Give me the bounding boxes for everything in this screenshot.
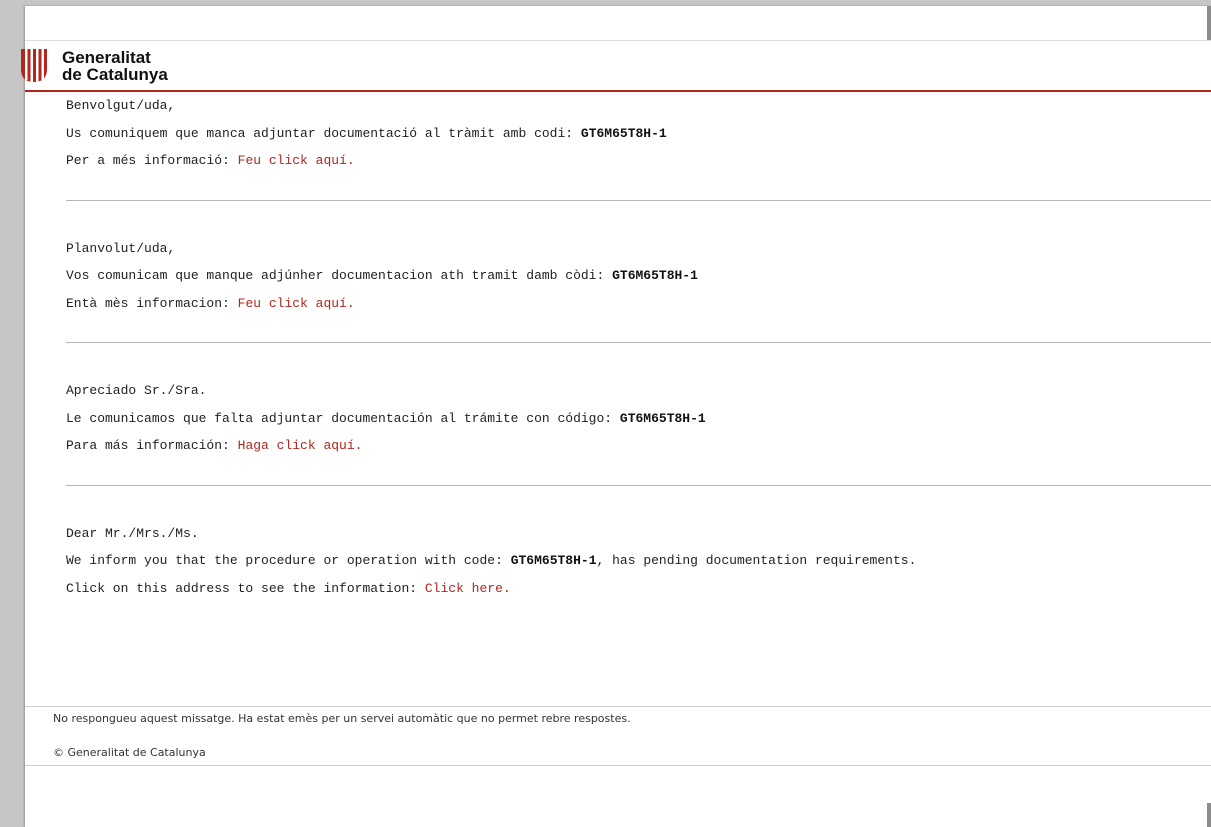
- message-text: Le comunicamos que falta adjuntar docume…: [66, 410, 620, 426]
- message-text: Us comuniquem que manca adjuntar documen…: [66, 125, 581, 141]
- info-text: Per a més informació:: [66, 153, 238, 168]
- message-text: We inform you that the procedure or oper…: [66, 553, 511, 568]
- logo-line-1: Generalitat: [62, 48, 151, 67]
- procedure-code: GT6M65T8H-1: [612, 268, 698, 283]
- greeting: Benvolgut/uda,: [66, 98, 176, 113]
- message: We inform you that the procedure or oper…: [66, 547, 1211, 575]
- greeting: Dear Mr./Mrs./Ms.: [66, 525, 199, 541]
- message-suffix: , has pending documentation requirements…: [596, 553, 917, 568]
- email-frame: Generalitat de Catalunya Benvolgut/uda, …: [21, 6, 1211, 827]
- window-edge: [1207, 803, 1211, 827]
- info-line: Entà mès informacion: Feu click aquí.: [66, 290, 1211, 318]
- message: Us comuniquem que manca adjuntar documen…: [66, 120, 1211, 148]
- info-link[interactable]: Click here.: [425, 581, 511, 596]
- procedure-code: GT6M65T8H-1: [510, 553, 597, 568]
- logo-text: Generalitat de Catalunya: [62, 49, 168, 83]
- email-header: Generalitat de Catalunya: [21, 41, 1211, 92]
- email-footer: No respongueu aquest missatge. Ha estat …: [25, 706, 1211, 766]
- info-link[interactable]: Feu click aquí.: [238, 153, 355, 168]
- message-text: Vos comunicam que manque adjúnher docume…: [66, 268, 613, 283]
- section-catalan: Benvolgut/uda, Us comuniquem que manca a…: [25, 92, 1211, 175]
- info-line: Para más información: Haga click aquí.: [66, 432, 1211, 460]
- generalitat-logo-icon: [21, 49, 47, 82]
- info-text: Entà mès informacion:: [66, 295, 238, 311]
- top-blank-strip: [25, 6, 1211, 41]
- info-text: Click on this address to see the informa…: [66, 580, 425, 596]
- window-edge: [1207, 6, 1211, 40]
- info-link[interactable]: Feu click aquí.: [238, 296, 355, 311]
- copyright: © Generalitat de Catalunya: [25, 739, 1211, 766]
- procedure-code: GT6M65T8H-1: [619, 410, 706, 426]
- email-body: Benvolgut/uda, Us comuniquem que manca a…: [25, 92, 1211, 602]
- message: Vos comunicam que manque adjúnher docume…: [66, 262, 1211, 290]
- section-spanish: Apreciado Sr./Sra. Le comunicamos que fa…: [25, 377, 1211, 460]
- greeting: Planvolut/uda,: [66, 240, 176, 256]
- greeting: Apreciado Sr./Sra.: [66, 383, 207, 398]
- logo-line-2: de Catalunya: [62, 65, 168, 84]
- message: Le comunicamos que falta adjuntar docume…: [66, 405, 1211, 433]
- no-reply-notice: No respongueu aquest missatge. Ha estat …: [25, 706, 1211, 739]
- info-link[interactable]: Haga click aquí.: [238, 438, 363, 453]
- procedure-code: GT6M65T8H-1: [580, 125, 667, 141]
- info-text: Para más información:: [66, 438, 238, 453]
- info-line: Click on this address to see the informa…: [66, 575, 1211, 603]
- section-aranese: Planvolut/uda, Vos comunicam que manque …: [25, 235, 1211, 318]
- info-line: Per a més informació: Feu click aquí.: [66, 147, 1211, 175]
- section-english: Dear Mr./Mrs./Ms. We inform you that the…: [25, 520, 1211, 603]
